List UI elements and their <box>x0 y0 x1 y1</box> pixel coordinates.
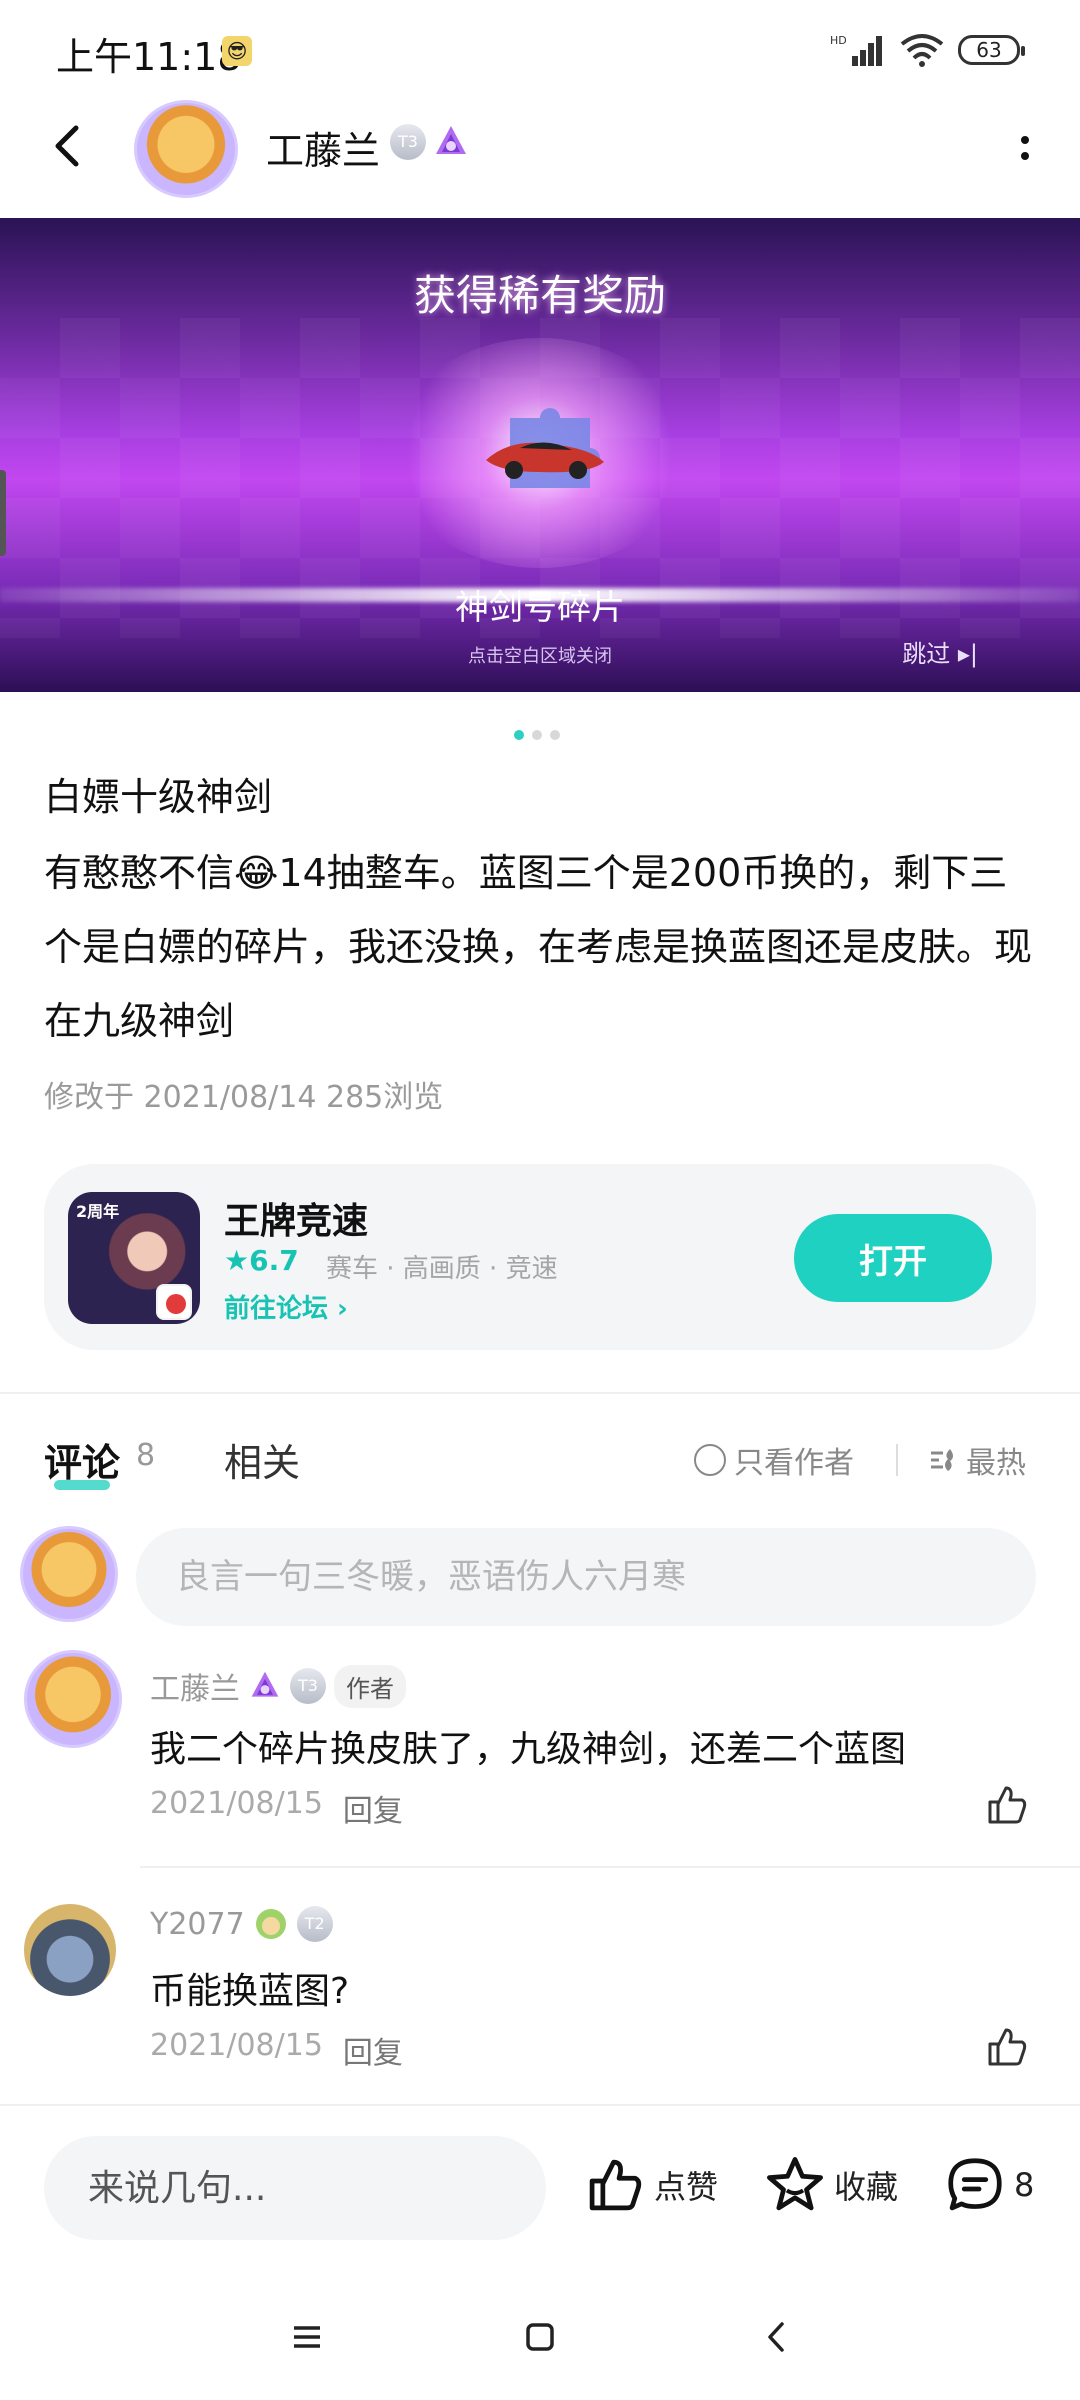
status-time: 上午11:18 <box>56 35 242 79</box>
sort-selector[interactable]: 最热 <box>928 1438 1026 1482</box>
skip-text: 跳过 <box>902 640 951 668</box>
post-meta: 修改于 2021/08/14 285浏览 <box>44 1072 443 1116</box>
commenter-name[interactable]: Y2077 <box>150 1907 245 1942</box>
commenter-header: Y2077 T2 <box>150 1906 333 1942</box>
post-header: 工藤兰 T3 <box>0 96 1080 218</box>
comment-text: 我二个碎片换皮肤了，九级神剑，还差二个蓝图 <box>150 1729 907 1770</box>
carousel-dot-active <box>514 730 524 740</box>
car-fragment-icon <box>486 408 604 488</box>
checkbox-circle-icon[interactable] <box>694 1444 726 1476</box>
sort-label: 最热 <box>966 1446 1026 1481</box>
author-tag: 作者 <box>334 1664 406 1708</box>
post-body: 有憨憨不信😂14抽整车。蓝图三个是200币换的，剩下三个是白嫖的碎片，我还没换，… <box>44 851 1033 1043</box>
medal-icon <box>436 126 466 154</box>
comment-date: 2021/08/15 <box>150 1786 323 1821</box>
like-label: 点赞 <box>654 2168 719 2206</box>
comment-button[interactable]: 8 <box>944 2154 1034 2216</box>
banner-skip-label: 跳过 ▸| <box>902 634 978 669</box>
modified-date: 修改于 2021/08/14 <box>44 1080 317 1115</box>
avatar-frame-icon <box>255 1909 286 1939</box>
view-count: 285浏览 <box>326 1080 444 1115</box>
sort-icon <box>931 1449 953 1471</box>
game-card[interactable]: 2周年 王牌竞速 ★6.7 赛车 · 高画质 · 竞速 前往论坛 › 打开 <box>44 1164 1036 1350</box>
game-name: 王牌竞速 <box>224 1201 369 1242</box>
commenter-header: 工藤兰 T3 作者 <box>150 1664 406 1708</box>
author-badges: T3 <box>390 124 470 160</box>
star-icon <box>767 2157 823 2211</box>
comment-count-label: 8 <box>1014 2166 1035 2204</box>
comment-text: 币能换蓝图? <box>150 1971 350 2012</box>
status-icons: HD 63 <box>830 30 1025 70</box>
banner-title: 获得稀有奖励 <box>413 271 666 320</box>
comment-count: 8 <box>136 1438 156 1473</box>
level-badge: T2 <box>296 1906 333 1942</box>
thumbs-up-icon <box>589 2159 642 2211</box>
wifi-icon <box>900 34 944 67</box>
tab-related[interactable]: 相关 <box>224 1432 300 1487</box>
comment-input[interactable] <box>136 1528 1036 1626</box>
bottom-action-bar: 点赞 收藏 8 <box>0 2104 1080 2274</box>
publisher-badge-icon <box>156 1284 192 1320</box>
skip-icon: ▸| <box>957 640 978 668</box>
comment-date: 2021/08/15 <box>150 2028 323 2063</box>
comment-tabs: 评论 8 相关 只看作者 最热 <box>44 1432 1036 1512</box>
open-game-button[interactable]: 打开 <box>794 1214 992 1302</box>
author-avatar[interactable] <box>134 100 238 198</box>
like-button[interactable]: 点赞 <box>584 2154 718 2216</box>
carousel-dot <box>532 730 542 740</box>
comment-item: Y2077 T2 币能换蓝图? 2021/08/15 回复 <box>0 1892 1080 2102</box>
quick-comment-input[interactable] <box>44 2136 546 2240</box>
reply-button[interactable]: 回复 <box>343 1786 403 1830</box>
battery-level: 63 <box>976 38 1002 62</box>
status-bar: 上午11:18 😎 HD 63 <box>0 0 1080 96</box>
only-author-label: 只看作者 <box>734 1446 854 1481</box>
thumbs-up-icon[interactable] <box>984 2024 1030 2070</box>
game-rating: ★6.7 <box>224 1244 299 1277</box>
only-author-toggle[interactable]: 只看作者 <box>694 1438 854 1482</box>
carousel-dot <box>550 730 560 740</box>
forum-link[interactable]: 前往论坛 › <box>224 1288 348 1325</box>
back-icon[interactable] <box>752 2312 802 2362</box>
post-image-carousel[interactable]: 获得稀有奖励 神剑号碎片 点击空白区域关闭 跳过 ▸| <box>0 218 1080 692</box>
level-badge: T3 <box>390 124 426 160</box>
commenter-avatar[interactable] <box>24 1904 116 1996</box>
level-badge: T3 <box>290 1668 326 1704</box>
banner-item-name: 神剑号碎片 <box>455 588 625 628</box>
notification-icon: 😎 <box>222 36 252 66</box>
home-icon[interactable] <box>515 2312 565 2362</box>
section-divider <box>0 1392 1080 1394</box>
game-tags: 赛车 · 高画质 · 竞速 <box>326 1254 558 1284</box>
more-vertical-icon[interactable] <box>1000 126 1050 176</box>
favorite-label: 收藏 <box>834 2168 899 2206</box>
carousel-indicator <box>514 730 560 740</box>
edge-handle <box>0 470 6 556</box>
favorite-button[interactable]: 收藏 <box>764 2154 898 2216</box>
menu-icon[interactable] <box>282 2312 332 2362</box>
back-arrow-icon[interactable] <box>40 116 100 176</box>
system-nav-bar <box>0 2274 1080 2400</box>
commenter-name[interactable]: 工藤兰 <box>150 1664 240 1708</box>
comment-meta: 2021/08/15 回复 <box>150 1786 403 1830</box>
author-name[interactable]: 工藤兰 <box>266 120 380 175</box>
filter-separator <box>896 1444 898 1476</box>
comment-meta: 2021/08/15 回复 <box>150 2028 403 2072</box>
battery-icon: 63 <box>958 35 1025 65</box>
comment-divider <box>140 1866 1080 1868</box>
game-anniversary-tag: 2周年 <box>76 1202 120 1221</box>
reply-button[interactable]: 回复 <box>343 2028 403 2072</box>
tab-comments[interactable]: 评论 <box>44 1432 120 1487</box>
commenter-avatar[interactable] <box>24 1650 122 1748</box>
medal-icon <box>251 1671 279 1697</box>
comment-item: 工藤兰 T3 作者 我二个碎片换皮肤了，九级神剑，还差二个蓝图 2021/08/… <box>0 1650 1080 1880</box>
post-title: 白嫖十级神剑 <box>44 775 273 819</box>
thumbs-up-icon[interactable] <box>984 1782 1030 1828</box>
network-type-label: HD <box>830 34 847 47</box>
comment-bubble-icon <box>948 2158 1002 2211</box>
signal-icon: HD <box>830 34 882 66</box>
current-user-avatar <box>20 1526 118 1622</box>
